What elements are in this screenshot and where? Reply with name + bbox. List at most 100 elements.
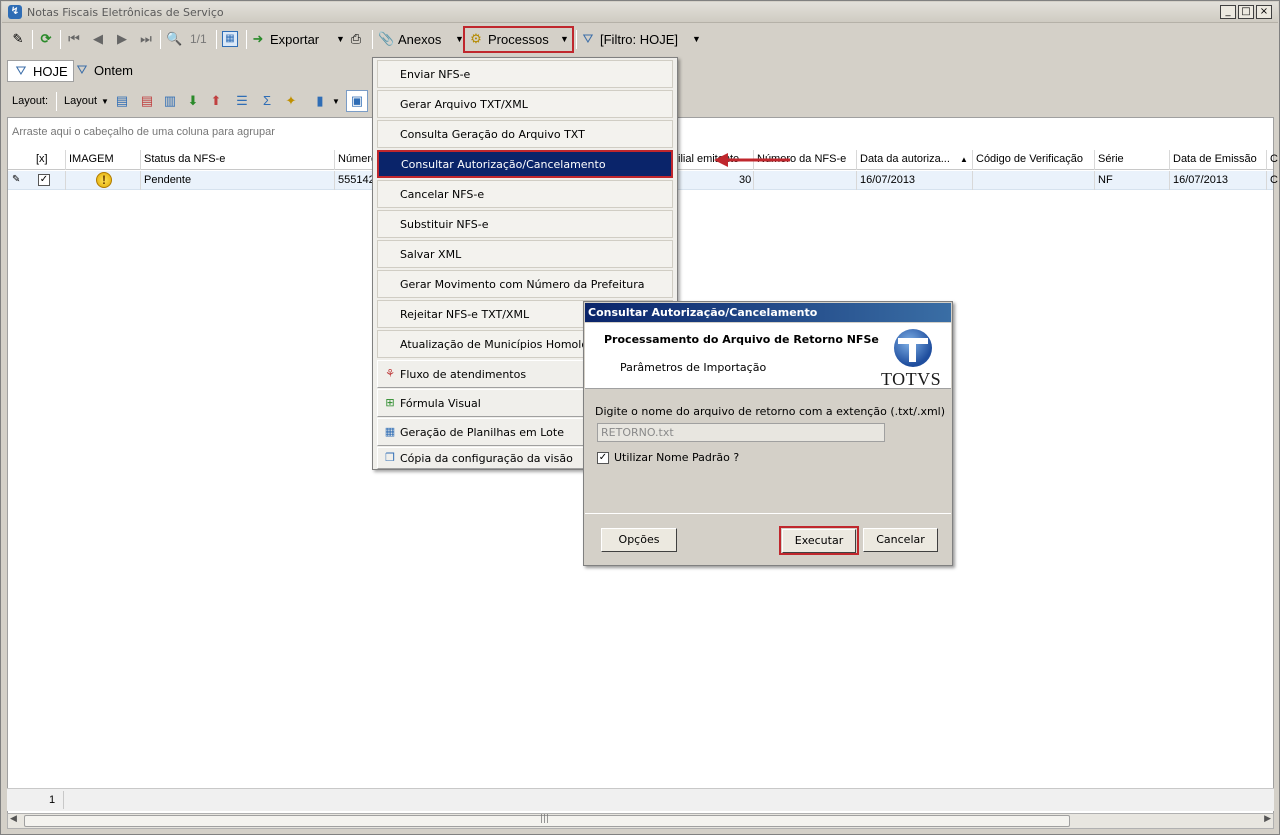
cell-data-emissao: 16/07/2013 bbox=[1173, 174, 1229, 186]
sort-asc-icon: ▲ bbox=[960, 155, 968, 164]
calendar-button[interactable]: ▦ bbox=[222, 29, 238, 49]
upload-button[interactable]: ⬆ bbox=[208, 91, 224, 111]
filter-button[interactable]: ⛛ [Filtro: HOJE] bbox=[580, 29, 678, 49]
refresh-button[interactable]: ⟳ bbox=[38, 29, 54, 49]
filter-today-label: HOJE bbox=[33, 63, 68, 79]
dialog-header-subtitle: Parâmetros de Importação bbox=[620, 361, 767, 374]
app-icon: ↯ bbox=[8, 5, 22, 19]
cancel-button[interactable]: Cancelar bbox=[863, 528, 938, 552]
first-record-button[interactable]: ⏮ bbox=[66, 29, 82, 49]
copy-icon: ❐ bbox=[385, 451, 395, 464]
export-button[interactable]: ➜ Exportar bbox=[250, 29, 320, 49]
refresh-icon: ⟳ bbox=[40, 31, 52, 46]
highlight-button[interactable]: ✦ bbox=[283, 91, 299, 111]
dialog-header: Processamento do Arquivo de Retorno NFSe… bbox=[585, 323, 951, 389]
close-button[interactable]: × bbox=[1256, 5, 1272, 19]
export-dropdown[interactable]: ▼ bbox=[336, 29, 345, 49]
scrollbar-thumb[interactable]: ||| bbox=[24, 814, 1070, 827]
menu-item-cancelar[interactable]: Cancelar NFS-e bbox=[377, 180, 673, 208]
first-icon: ⏮ bbox=[68, 31, 80, 46]
group-by-hint: Arraste aqui o cabeçalho de uma coluna p… bbox=[12, 126, 275, 138]
horizontal-scrollbar[interactable]: ◀ ||| ▶ bbox=[7, 813, 1274, 829]
chart-button[interactable]: ▮ ▼ bbox=[312, 91, 340, 111]
columns-button[interactable]: ▥ bbox=[162, 91, 178, 111]
layout-dropdown[interactable]: Layout ▼ bbox=[64, 91, 109, 111]
chevron-down-icon: ▼ bbox=[692, 34, 701, 44]
last-icon: ⏭ bbox=[140, 31, 152, 46]
import-button[interactable]: ⬇ bbox=[185, 91, 201, 111]
dialog-title[interactable]: Consultar Autorização/Cancelamento bbox=[585, 303, 951, 322]
file-prompt: Digite o nome do arquivo de retorno com … bbox=[595, 405, 946, 418]
menu-item-gerar-movimento[interactable]: Gerar Movimento com Número da Prefeitura bbox=[377, 270, 673, 298]
processes-button[interactable]: ⚙ Processos bbox=[468, 29, 549, 49]
layout-save-button[interactable]: ▤ bbox=[114, 91, 130, 111]
scroll-right-icon[interactable]: ▶ bbox=[1264, 814, 1271, 824]
main-toolbar: ✎ ⟳ ⏮ ◀ ▶ ⏭ 🔍 1/1 ▦ ➜ Exportar ▼ ⎙ 📎 Ane… bbox=[2, 25, 1278, 55]
filter-today-button[interactable]: ⛛ HOJE bbox=[7, 60, 74, 82]
menu-item-label: Fórmula Visual bbox=[400, 396, 481, 410]
filter-dropdown[interactable]: ▼ bbox=[692, 29, 701, 49]
import-icon: ⬇ bbox=[187, 93, 199, 108]
group-button[interactable]: ☰ bbox=[234, 91, 250, 111]
grid-footer: 1 bbox=[7, 788, 1274, 811]
menu-item-consulta-geracao[interactable]: Consulta Geração do Arquivo TXT bbox=[377, 120, 673, 148]
processes-dropdown[interactable]: ▼ bbox=[560, 29, 569, 49]
maximize-button[interactable]: □ bbox=[1238, 5, 1254, 19]
col-image[interactable]: IMAGEM bbox=[69, 153, 114, 165]
minimize-button[interactable]: _ bbox=[1220, 5, 1236, 19]
cell-status: Pendente bbox=[144, 174, 192, 186]
menu-item-consultar-autorizacao[interactable]: Consultar Autorização/Cancelamento bbox=[377, 150, 673, 178]
layout-prefix: Layout: bbox=[12, 95, 49, 107]
edit-icon: ✎ bbox=[12, 31, 24, 46]
menu-item-salvar-xml[interactable]: Salvar XML bbox=[377, 240, 673, 268]
search-button[interactable]: 🔍 bbox=[166, 29, 182, 49]
col-data-emissao[interactable]: Data de Emissão bbox=[1173, 153, 1257, 165]
col-data-autorizacao[interactable]: Data da autoriza... bbox=[860, 153, 950, 165]
title-bar[interactable]: ↯ Notas Fiscais Eletrônicas de Serviço _… bbox=[2, 2, 1278, 23]
menu-item-enviar[interactable]: Enviar NFS-e bbox=[377, 60, 673, 88]
col-select[interactable]: [x] bbox=[36, 153, 48, 165]
menu-item-substituir[interactable]: Substituir NFS-e bbox=[377, 210, 673, 238]
menu-item-label: Geração de Planilhas em Lote bbox=[400, 425, 564, 439]
filter-label: [Filtro: HOJE] bbox=[600, 31, 679, 47]
col-status[interactable]: Status da NFS-e bbox=[144, 153, 225, 165]
scroll-left-icon[interactable]: ◀ bbox=[10, 814, 17, 824]
preview-button[interactable]: ▣ bbox=[346, 90, 368, 112]
edit-record-button[interactable]: ✎ bbox=[10, 29, 26, 49]
layout-delete-button[interactable]: ▤ bbox=[139, 91, 155, 111]
col-serie[interactable]: Série bbox=[1098, 153, 1124, 165]
options-button[interactable]: Opções bbox=[601, 528, 677, 552]
attachments-button[interactable]: 📎 Anexos bbox=[378, 29, 441, 49]
menu-item-gerar-arquivo[interactable]: Gerar Arquivo TXT/XML bbox=[377, 90, 673, 118]
col-codigo-verificacao[interactable]: Código de Verificação bbox=[976, 153, 1083, 165]
sum-button[interactable]: Σ bbox=[259, 91, 275, 111]
prev-record-button[interactable]: ◀ bbox=[90, 29, 106, 49]
checkbox-checked-icon: ✓ bbox=[597, 451, 609, 464]
print-button[interactable]: ⎙ bbox=[348, 29, 364, 49]
processes-label: Processos bbox=[488, 31, 549, 47]
cell-serie: NF bbox=[1098, 174, 1113, 186]
chevron-down-icon: ▼ bbox=[336, 34, 345, 44]
grid-calendar-icon: ▦ bbox=[222, 31, 238, 47]
menu-item-label: Substituir NFS-e bbox=[400, 217, 489, 231]
next-icon: ▶ bbox=[117, 31, 127, 46]
execute-button[interactable]: Executar bbox=[782, 529, 856, 553]
row-select-checkbox[interactable]: ✓ bbox=[38, 173, 50, 186]
last-record-button[interactable]: ⏭ bbox=[138, 29, 154, 49]
menu-item-label: Gerar Arquivo TXT/XML bbox=[400, 97, 528, 111]
bar-chart-icon: ▮ bbox=[316, 93, 324, 108]
filter-yesterday-button[interactable]: ⛛ Ontem bbox=[74, 60, 133, 80]
flow-icon: ⚘ bbox=[385, 367, 395, 380]
paperclip-icon: 📎 bbox=[378, 31, 395, 46]
use-default-name-checkbox[interactable]: ✓ Utilizar Nome Padrão ? bbox=[597, 451, 739, 464]
return-file-input[interactable]: RETORNO.txt bbox=[597, 423, 885, 442]
upload-icon: ⬆ bbox=[210, 93, 222, 108]
col-extra[interactable]: C bbox=[1270, 153, 1278, 165]
binoculars-icon: 🔍 bbox=[166, 31, 183, 46]
next-record-button[interactable]: ▶ bbox=[114, 29, 130, 49]
filter-yesterday-label: Ontem bbox=[94, 62, 134, 78]
funnel-icon: ⛛ bbox=[76, 62, 88, 77]
chevron-down-icon: ▼ bbox=[101, 96, 109, 106]
preview-icon: ▣ bbox=[350, 93, 364, 108]
totvs-logo: TOTVS bbox=[880, 327, 948, 389]
